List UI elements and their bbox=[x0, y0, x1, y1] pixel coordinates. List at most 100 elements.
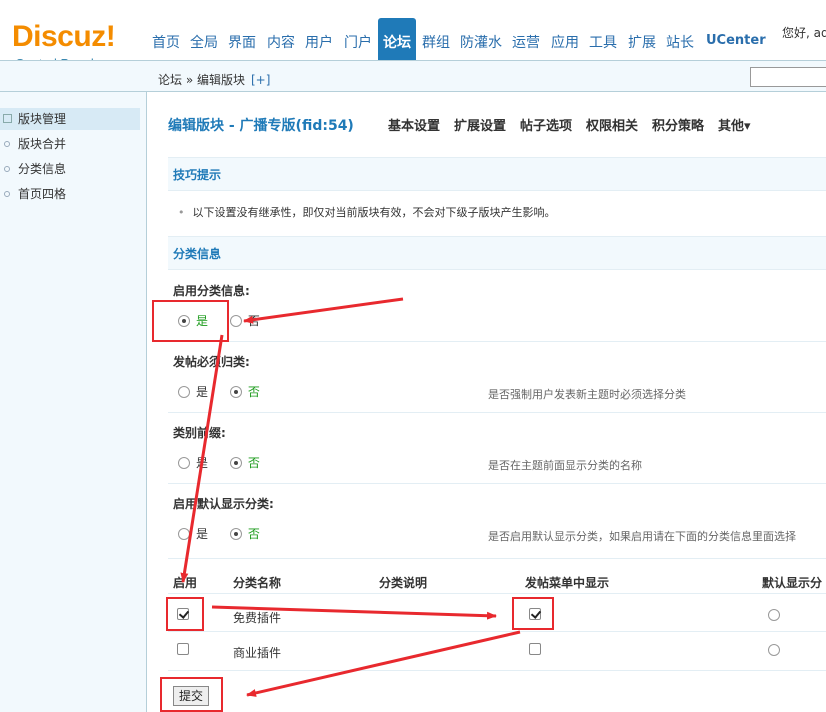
default-radio[interactable] bbox=[768, 609, 780, 621]
radio-yes[interactable] bbox=[178, 386, 190, 398]
tab-permissions[interactable]: 权限相关 bbox=[586, 115, 638, 134]
radio-group-default-type: 是 否 bbox=[178, 525, 278, 542]
header: Discuz! Control Panel 首页 全局 界面 内容 用户 门户 … bbox=[0, 0, 826, 71]
logo-bang: ! bbox=[105, 20, 116, 53]
default-radio[interactable] bbox=[768, 644, 780, 656]
edit-icon bbox=[3, 114, 12, 123]
sidebar-item-label: 版块管理 bbox=[18, 112, 67, 126]
top-nav: 首页 全局 界面 内容 用户 门户 论坛 群组 防灌水 运营 应用 工具 扩展 … bbox=[146, 18, 826, 60]
sidebar-item-label: 首页四格 bbox=[18, 187, 67, 201]
nav-tools[interactable]: 工具 bbox=[589, 32, 617, 52]
radio-no[interactable] bbox=[229, 457, 242, 469]
radio-no[interactable] bbox=[229, 386, 242, 398]
greeting: 您好, ad bbox=[782, 26, 826, 40]
tab-other-dropdown[interactable]: 其他▾ bbox=[718, 115, 751, 134]
tip-text: • 以下设置没有继承性，即仅对当前版块有效，不会对下级子版块产生影响。 bbox=[178, 206, 556, 219]
nav-antispam[interactable]: 防灌水 bbox=[460, 32, 502, 52]
radio-no-label: 否 bbox=[247, 314, 260, 328]
nav-extensions[interactable]: 扩展 bbox=[628, 32, 656, 52]
radio-group-enable-types: 是 否 bbox=[178, 312, 278, 329]
tab-credit-policy[interactable]: 积分策略 bbox=[652, 115, 704, 134]
radio-yes[interactable] bbox=[178, 528, 190, 540]
radio-yes-label: 是 bbox=[196, 456, 209, 470]
enable-checkbox[interactable] bbox=[177, 643, 189, 655]
tip-content: 以下设置没有继承性，即仅对当前版块有效，不会对下级子版块产生影响。 bbox=[192, 206, 556, 219]
nav-portal[interactable]: 门户 bbox=[344, 32, 372, 52]
column-header-show-in-menu: 发帖菜单中显示 bbox=[525, 576, 610, 590]
nav-content[interactable]: 内容 bbox=[267, 32, 295, 52]
column-header-description: 分类说明 bbox=[379, 576, 428, 590]
bullet-icon bbox=[4, 166, 10, 172]
radio-yes-label: 是 bbox=[196, 527, 209, 541]
setting-label-require-type: 发帖必须归类: bbox=[173, 355, 250, 369]
sidebar: 版块管理 版块合并 分类信息 首页四格 bbox=[0, 92, 147, 712]
divider bbox=[168, 412, 826, 413]
radio-no-label: 否 bbox=[247, 456, 260, 470]
main-panel: 编辑版块 - 广播专版(fid:54) 基本设置 扩展设置 帖子选项 权限相关 … bbox=[148, 93, 826, 712]
nav-users[interactable]: 用户 bbox=[305, 32, 333, 52]
show-in-menu-checkbox[interactable] bbox=[529, 643, 541, 655]
page-title-row: 编辑版块 - 广播专版(fid:54) bbox=[168, 115, 354, 135]
column-header-enabled: 启用 bbox=[173, 576, 198, 590]
sidebar-item-label: 版块合并 bbox=[18, 137, 67, 151]
radio-yes-label: 是 bbox=[196, 314, 209, 328]
divider bbox=[168, 593, 826, 594]
radio-yes-label: 是 bbox=[196, 385, 209, 399]
breadcrumb: 论坛 » 编辑版块 [+] bbox=[158, 71, 270, 88]
radio-no-label: 否 bbox=[247, 385, 260, 399]
type-name: 免费插件 bbox=[233, 611, 282, 625]
radio-no[interactable] bbox=[229, 528, 242, 540]
add-shortcut-link[interactable]: [+] bbox=[251, 73, 270, 87]
sidebar-item-home-grid[interactable]: 首页四格 bbox=[0, 183, 140, 205]
submit-button[interactable]: 提交 bbox=[173, 686, 209, 706]
nav-interface[interactable]: 界面 bbox=[228, 32, 256, 52]
radio-yes[interactable] bbox=[178, 457, 190, 469]
tab-extended-settings[interactable]: 扩展设置 bbox=[454, 115, 506, 134]
setting-help: 是否在主题前面显示分类的名称 bbox=[488, 459, 642, 472]
nav-groups[interactable]: 群组 bbox=[422, 32, 450, 52]
bullet-icon bbox=[4, 141, 10, 147]
divider bbox=[168, 341, 826, 342]
nav-home[interactable]: 首页 bbox=[152, 32, 180, 52]
enable-checkbox[interactable] bbox=[177, 608, 189, 620]
radio-no[interactable] bbox=[229, 315, 242, 327]
sidebar-item-forum-merge[interactable]: 版块合并 bbox=[0, 133, 140, 155]
radio-group-type-prefix: 是 否 bbox=[178, 454, 278, 471]
sidebar-item-forum-manage[interactable]: 版块管理 bbox=[0, 108, 140, 130]
section-header-thread-types: 分类信息 bbox=[168, 236, 826, 270]
setting-label-type-prefix: 类别前缀: bbox=[173, 426, 226, 440]
nav-apps[interactable]: 应用 bbox=[551, 32, 579, 52]
setting-label-enable-types: 启用分类信息: bbox=[173, 284, 250, 298]
tab-basic-settings[interactable]: 基本设置 bbox=[388, 115, 440, 134]
breadcrumb-text: 论坛 » 编辑版块 bbox=[158, 73, 245, 87]
sidebar-item-thread-types[interactable]: 分类信息 bbox=[0, 158, 140, 180]
page-title: 编辑版块 - 广播专版(fid:54) bbox=[168, 118, 354, 134]
nav-global[interactable]: 全局 bbox=[190, 32, 218, 52]
radio-yes[interactable] bbox=[178, 315, 190, 327]
show-in-menu-checkbox[interactable] bbox=[529, 608, 541, 620]
divider bbox=[168, 558, 826, 559]
nav-webmaster[interactable]: 站长 bbox=[666, 32, 694, 52]
tips-header: 技巧提示 bbox=[168, 157, 826, 191]
radio-group-require-type: 是 否 bbox=[178, 383, 278, 400]
nav-operations[interactable]: 运营 bbox=[512, 32, 540, 52]
radio-no-label: 否 bbox=[247, 527, 260, 541]
divider bbox=[168, 631, 826, 632]
setting-label-default-type: 启用默认显示分类: bbox=[173, 497, 274, 511]
type-name: 商业插件 bbox=[233, 646, 282, 660]
divider bbox=[168, 670, 826, 671]
search-input[interactable] bbox=[750, 67, 826, 87]
nav-ucenter[interactable]: UCenter bbox=[706, 33, 766, 48]
setting-help: 是否强制用户发表新主题时必须选择分类 bbox=[488, 388, 686, 401]
tab-post-options[interactable]: 帖子选项 bbox=[520, 115, 572, 134]
logo-text: Discuz bbox=[12, 20, 106, 53]
discuz-logo[interactable]: Discuz! bbox=[12, 20, 116, 53]
divider bbox=[168, 483, 826, 484]
column-header-name: 分类名称 bbox=[233, 576, 282, 590]
nav-forum[interactable]: 论坛 bbox=[378, 18, 416, 60]
setting-help: 是否启用默认显示分类，如果启用请在下面的分类信息里面选择 bbox=[488, 530, 796, 543]
bullet-icon bbox=[4, 191, 10, 197]
column-header-default: 默认显示分 bbox=[762, 576, 823, 590]
sidebar-item-label: 分类信息 bbox=[18, 162, 67, 176]
breadcrumb-bar: 论坛 » 编辑版块 [+] bbox=[0, 60, 826, 92]
